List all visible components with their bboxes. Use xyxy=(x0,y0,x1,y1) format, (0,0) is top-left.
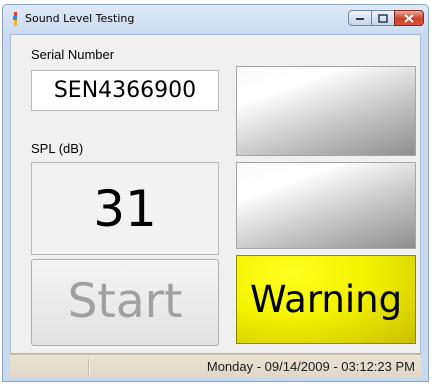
spl-label: SPL (dB) xyxy=(31,141,84,156)
serial-number-field[interactable]: SEN4366900 xyxy=(31,70,219,111)
window-title: Sound Level Testing xyxy=(25,12,135,25)
spl-readout: 31 xyxy=(31,162,219,255)
top-indicator-light xyxy=(236,66,416,156)
status-separator xyxy=(88,358,90,376)
app-icon xyxy=(13,12,17,26)
serial-number-label: Serial Number xyxy=(31,47,115,62)
app-window: Sound Level Testing Serial Number SEN436… xyxy=(2,4,429,382)
middle-indicator-light xyxy=(236,162,416,249)
window-controls xyxy=(348,10,424,26)
status-bar: Monday - 09/14/2009 - 03:12:23 PM xyxy=(10,354,421,378)
warning-indicator: Warning xyxy=(236,255,416,344)
close-icon xyxy=(404,13,414,23)
minimize-icon xyxy=(356,18,364,20)
title-bar[interactable]: Sound Level Testing xyxy=(3,5,428,33)
minimize-button[interactable] xyxy=(348,10,372,26)
maximize-button[interactable] xyxy=(371,10,395,26)
start-button[interactable]: Start xyxy=(31,259,219,346)
status-datetime: Monday - 09/14/2009 - 03:12:23 PM xyxy=(206,359,415,374)
maximize-icon xyxy=(378,13,388,23)
close-button[interactable] xyxy=(394,10,424,26)
client-area: Serial Number SEN4366900 SPL (dB) 31 Sta… xyxy=(10,34,421,354)
